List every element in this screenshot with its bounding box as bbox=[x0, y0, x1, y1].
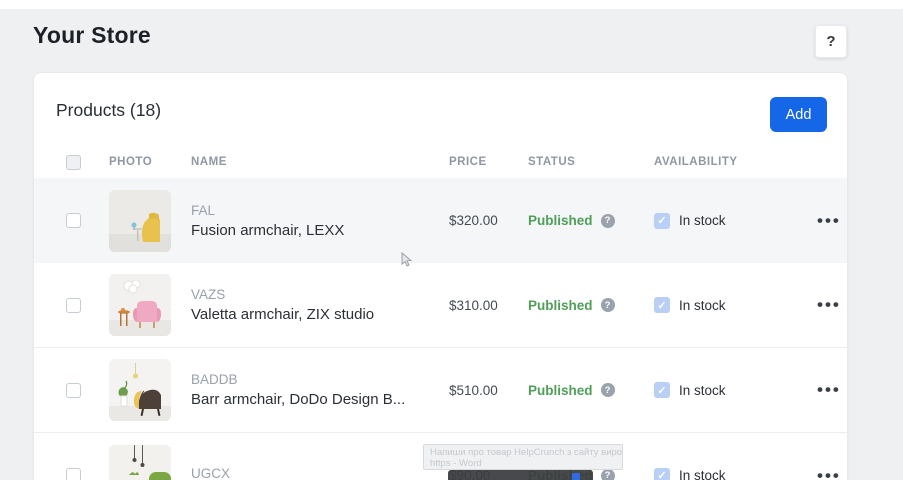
column-header-photo: PHOTO bbox=[109, 156, 191, 168]
word-app-icon bbox=[572, 473, 580, 480]
select-all-checkbox[interactable] bbox=[66, 155, 81, 170]
product-sku: UGCX bbox=[191, 466, 449, 480]
column-header-name: NAME bbox=[191, 156, 449, 168]
column-header-availability: AVAILABILITY bbox=[654, 156, 784, 168]
products-card: Products (18) Add PHOTO NAME PRICE STATU… bbox=[33, 72, 848, 480]
products-count-title: Products (18) bbox=[56, 100, 161, 121]
status-badge: Published bbox=[528, 298, 593, 313]
products-card-header: Products (18) Add bbox=[34, 73, 847, 146]
tooltip-line: https - Word bbox=[430, 458, 616, 469]
in-stock-checkbox[interactable]: ✓ bbox=[654, 468, 670, 480]
availability-label: In stock bbox=[679, 213, 726, 228]
column-header-status: STATUS bbox=[528, 156, 654, 168]
product-price: $310.00 bbox=[449, 298, 528, 313]
question-icon: ? bbox=[826, 33, 835, 50]
table-row: BADDB Barr armchair, DoDo Design B... $5… bbox=[34, 348, 847, 433]
row-checkbox[interactable] bbox=[66, 383, 81, 398]
in-stock-checkbox[interactable]: ✓ bbox=[654, 297, 670, 313]
product-photo bbox=[109, 190, 171, 252]
status-help-icon[interactable]: ? bbox=[601, 298, 615, 312]
product-photo bbox=[109, 359, 171, 421]
availability-label: In stock bbox=[679, 298, 726, 313]
add-product-button[interactable]: Add bbox=[770, 97, 827, 132]
top-strip bbox=[0, 0, 903, 9]
in-stock-checkbox[interactable]: ✓ bbox=[654, 213, 670, 229]
column-header-price: PRICE bbox=[449, 156, 528, 168]
page-title: Your Store bbox=[33, 22, 151, 49]
table-row: VAZS Valetta armchair, ZIX studio $310.0… bbox=[34, 263, 847, 348]
in-stock-checkbox[interactable]: ✓ bbox=[654, 382, 670, 398]
product-sku: BADDB bbox=[191, 372, 449, 387]
status-help-icon[interactable]: ? bbox=[601, 383, 615, 397]
row-actions-menu-icon[interactable]: ••• bbox=[817, 216, 847, 226]
product-name: Barr armchair, DoDo Design B... bbox=[191, 391, 449, 408]
os-taskbar-tooltip: Напиши про товар HelpCrunch з сайту виро… bbox=[423, 444, 623, 470]
status-badge: Published bbox=[528, 213, 593, 228]
row-checkbox[interactable] bbox=[66, 298, 81, 313]
product-photo bbox=[109, 274, 171, 336]
availability-label: In stock bbox=[679, 383, 726, 398]
row-checkbox[interactable] bbox=[66, 468, 81, 480]
product-price: $320.00 bbox=[449, 213, 528, 228]
product-name: Valetta armchair, ZIX studio bbox=[191, 306, 449, 323]
store-admin-page: Your Store ? Products (18) Add PHOTO NAM… bbox=[0, 0, 903, 480]
row-actions-menu-icon[interactable]: ••• bbox=[817, 385, 847, 395]
status-help-icon[interactable]: ? bbox=[601, 214, 615, 228]
product-sku: VAZS bbox=[191, 287, 449, 302]
product-name: Fusion armchair, LEXX bbox=[191, 222, 449, 239]
row-actions-menu-icon[interactable]: ••• bbox=[817, 300, 847, 310]
product-price: $510.00 bbox=[449, 383, 528, 398]
status-help-icon[interactable]: ? bbox=[601, 469, 615, 480]
help-button[interactable]: ? bbox=[815, 25, 847, 58]
row-actions-menu-icon[interactable]: ••• bbox=[817, 471, 847, 480]
row-checkbox[interactable] bbox=[66, 213, 81, 228]
availability-label: In stock bbox=[679, 468, 726, 480]
word-window-preview-edge[interactable] bbox=[448, 470, 593, 480]
tooltip-line: Напиши про товар HelpCrunch з сайту виро… bbox=[430, 447, 616, 458]
product-sku: FAL bbox=[191, 203, 449, 218]
table-header-row: PHOTO NAME PRICE STATUS AVAILABILITY bbox=[34, 146, 847, 178]
table-row: FAL Fusion armchair, LEXX $320.00 Publis… bbox=[34, 178, 847, 263]
status-badge: Published bbox=[528, 383, 593, 398]
product-photo bbox=[109, 445, 171, 480]
mouse-cursor bbox=[401, 252, 413, 273]
